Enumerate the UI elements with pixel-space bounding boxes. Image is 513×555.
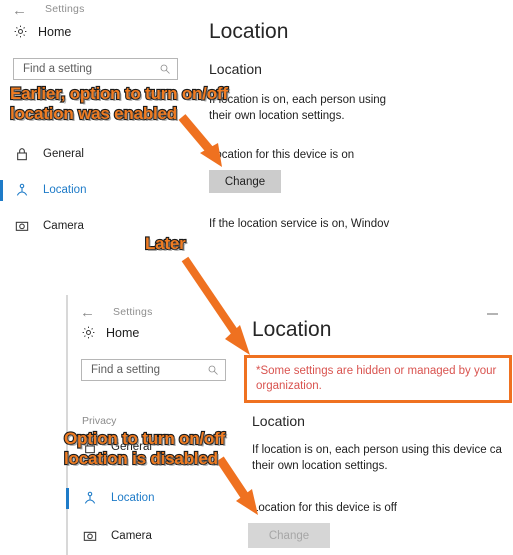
- location-description: If location is on, each person using thi…: [252, 444, 502, 472]
- search-placeholder: Find a setting: [23, 63, 93, 75]
- managed-settings-warning-text: *Some settings are hidden or managed by …: [256, 365, 497, 392]
- section-title: Location: [252, 413, 305, 429]
- sidebar-item-camera[interactable]: Camera: [14, 215, 84, 237]
- sidebar-item-label: Location: [43, 184, 87, 196]
- sidebar-item-camera[interactable]: Camera: [82, 525, 152, 547]
- annotation-arrow-2: [181, 256, 250, 355]
- gear-icon: [14, 25, 27, 38]
- home-label: Home: [106, 325, 140, 340]
- titlebar-lower: ← Settings: [68, 295, 513, 320]
- sidebar-item-label: General: [43, 148, 84, 160]
- selected-indicator-bar: [66, 488, 69, 509]
- change-button-disabled[interactable]: Change: [248, 523, 330, 548]
- window-title: Settings: [113, 306, 153, 318]
- search-placeholder: Find a setting: [91, 364, 161, 376]
- window-title: Settings: [45, 3, 85, 15]
- camera-icon: [83, 531, 97, 541]
- sidebar-item-label: Camera: [111, 530, 152, 542]
- sidebar-item-label: Location: [111, 492, 155, 504]
- titlebar-upper: ← Settings: [0, 0, 513, 22]
- back-arrow-icon[interactable]: ←: [80, 305, 95, 320]
- sidebar-item-general[interactable]: General: [14, 143, 84, 165]
- camera-icon: [15, 221, 29, 231]
- annotation-later: Later: [144, 233, 187, 254]
- lock-icon: [17, 148, 27, 161]
- section-title: Location: [209, 61, 262, 77]
- search-input[interactable]: Find a setting: [13, 58, 178, 80]
- home-label: Home: [38, 24, 72, 39]
- minimize-icon[interactable]: [487, 313, 498, 315]
- sidebar-item-location[interactable]: Location: [82, 487, 154, 509]
- home-nav-item[interactable]: Home: [13, 24, 71, 39]
- gear-icon: [82, 326, 95, 339]
- annotation-earlier: Earlier, option to turn on/off location …: [9, 83, 229, 124]
- sidebar-item-location[interactable]: Location: [14, 179, 86, 201]
- sidebar-section-header: Privacy: [82, 415, 117, 427]
- search-icon: [208, 365, 218, 375]
- search-icon: [160, 64, 170, 74]
- sidebar-item-label: Camera: [43, 220, 84, 232]
- managed-settings-warning: *Some settings are hidden or managed by …: [244, 355, 512, 403]
- settings-window-upper: ← Settings Home Find a setting General L…: [0, 0, 513, 250]
- page-title: Location: [209, 20, 289, 43]
- back-arrow-icon[interactable]: ←: [12, 3, 27, 18]
- settings-window-lower: ← Settings Home Find a setting Privacy G…: [66, 295, 513, 555]
- location-person-icon: [84, 491, 96, 504]
- selected-indicator-bar: [0, 180, 3, 201]
- home-nav-item[interactable]: Home: [81, 325, 139, 340]
- location-person-icon: [16, 183, 28, 196]
- annotation-disabled: Option to turn on/off location is disabl…: [63, 428, 226, 469]
- location-service-footer: If the location service is on, Windov: [209, 218, 390, 230]
